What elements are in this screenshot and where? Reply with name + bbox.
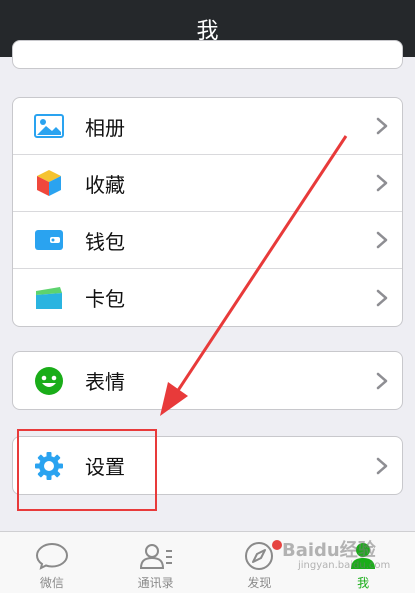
menu-item-label: 卡包 [85,287,125,311]
menu-item-label: 设置 [85,455,125,479]
menu-item-label: 收藏 [85,172,125,197]
profile-card-edge[interactable] [12,40,403,69]
gear-icon [33,450,65,482]
person-icon [345,541,381,571]
photo-album-icon [33,110,65,142]
tab-label: 我 [357,576,370,590]
card-pack-icon [33,282,65,314]
chevron-right-icon [376,289,388,306]
chevron-right-icon [376,231,388,249]
contacts-icon [138,541,174,571]
menu-group-stickers: 表情 [12,351,403,410]
bottom-tab-bar: 微信 通讯录 发现 我 [0,531,415,593]
tab-label: 发现 [247,576,272,590]
tab-discover[interactable]: 发现 [208,532,312,593]
chevron-right-icon [376,174,388,192]
notification-badge-dot [271,540,282,550]
tab-label: 微信 [39,576,64,590]
wallet-icon [33,224,65,256]
menu-group-settings: 设置 [12,436,403,495]
menu-item-label: 表情 [85,370,125,394]
chevron-right-icon [376,372,388,389]
menu-item-stickers[interactable]: 表情 [13,352,402,409]
chat-bubble-icon [34,541,70,571]
menu-item-album[interactable]: 相册 [13,98,402,155]
tab-chats[interactable]: 微信 [0,532,104,593]
tab-label: 通讯录 [137,576,174,590]
tab-me[interactable]: 我 [311,532,415,593]
menu-item-favorites[interactable]: 收藏 [13,155,402,212]
menu-item-wallet[interactable]: 钱包 [13,212,402,269]
menu-item-card-pack[interactable]: 卡包 [13,269,402,326]
favorites-cube-icon [33,167,65,199]
smiley-icon [33,365,65,397]
tab-contacts[interactable]: 通讯录 [104,532,208,593]
chevron-right-icon [376,117,388,135]
menu-item-settings[interactable]: 设置 [13,437,402,494]
menu-group-main: 相册 收藏 钱包 卡包 [12,97,403,327]
menu-item-label: 相册 [85,115,125,140]
chevron-right-icon [376,457,388,474]
menu-item-label: 钱包 [85,229,125,254]
